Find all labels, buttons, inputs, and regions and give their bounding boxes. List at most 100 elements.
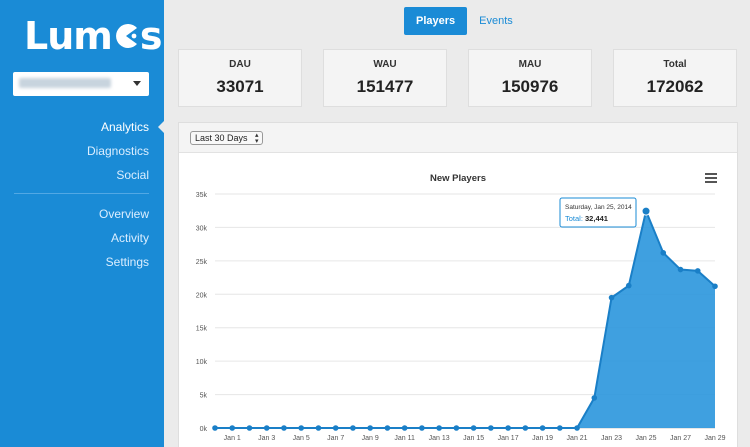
x-tick-label: Jan 19: [532, 435, 553, 442]
active-indicator-arrow: [158, 121, 164, 133]
stat-label: MAU: [518, 59, 542, 70]
data-point[interactable]: [608, 294, 615, 301]
sidebar-item-overview[interactable]: Overview: [99, 202, 149, 226]
x-tick-label: Jan 13: [429, 435, 450, 442]
sidebar-item-activity[interactable]: Activity: [99, 226, 149, 250]
nav-divider: [14, 193, 149, 194]
data-point[interactable]: [453, 425, 460, 431]
y-tick-label: 25k: [196, 259, 208, 266]
data-point[interactable]: [229, 425, 236, 431]
y-tick-label: 15k: [196, 326, 208, 333]
y-axis-ticks: 0k 5k 10k 15k 20k 25k 30k 35k: [196, 192, 208, 433]
select-arrows-icon: ▴ ▾: [255, 132, 259, 145]
x-tick-label: Jan 27: [670, 435, 691, 442]
nav-group-primary: Analytics Diagnostics Social: [87, 115, 149, 187]
data-point[interactable]: [350, 425, 356, 431]
tooltip-series-name: Total: [565, 214, 581, 223]
data-point[interactable]: [212, 425, 218, 431]
stat-card-mau: MAU 150976: [468, 49, 592, 107]
tab-events[interactable]: Events: [467, 7, 525, 35]
pacman-logo-icon: [115, 24, 137, 48]
y-tick-label: 10k: [196, 359, 208, 366]
data-point[interactable]: [625, 282, 632, 289]
data-point[interactable]: [384, 425, 391, 431]
data-point[interactable]: [315, 425, 322, 431]
y-tick-label: 35k: [196, 192, 208, 199]
y-tick-label: 5k: [200, 393, 208, 400]
x-tick-label: Jan 11: [394, 435, 415, 442]
sidebar: Lum s Analytics Diagnostics Social Overv…: [0, 0, 164, 447]
x-tick-label: Jan 21: [567, 435, 588, 442]
data-point[interactable]: [522, 425, 529, 431]
data-point[interactable]: [298, 425, 305, 431]
stat-label: WAU: [373, 59, 397, 70]
nav-group-secondary: Overview Activity Settings: [99, 202, 149, 274]
x-tick-label: Jan 1: [224, 435, 241, 442]
date-range-value: Last 30 Days: [195, 133, 248, 143]
data-point[interactable]: [641, 206, 651, 216]
tooltip-value: 32,441: [585, 214, 608, 223]
tooltip-date: Saturday, Jan 25, 2014: [565, 204, 632, 211]
x-tick-label: Jan 5: [293, 435, 310, 442]
data-point[interactable]: [488, 425, 494, 431]
data-point[interactable]: [712, 283, 718, 290]
x-tick-label: Jan 7: [327, 435, 344, 442]
chart-svg: New Players 0k 5k 10k 15k 20k 25k 30k 35k Jan 1…: [196, 173, 726, 442]
chart-tooltip: Saturday, Jan 25, 2014 Total: 32,441: [559, 197, 637, 228]
stat-card-wau: WAU 151477: [323, 49, 447, 107]
lumos-logo[interactable]: Lum s: [24, 14, 162, 58]
date-range-select[interactable]: Last 30 Days ▴ ▾: [190, 131, 263, 145]
hamburger-menu-icon[interactable]: [705, 173, 717, 183]
y-tick-label: 30k: [196, 225, 208, 232]
x-tick-label: Jan 3: [258, 435, 275, 442]
logo-text-a: Lum: [24, 14, 113, 58]
stat-value: 150976: [501, 77, 559, 96]
data-point[interactable]: [419, 425, 425, 431]
stat-card-dau: DAU 33071: [178, 49, 302, 107]
data-point[interactable]: [505, 425, 511, 431]
sidebar-item-analytics[interactable]: Analytics: [87, 115, 149, 139]
tab-players[interactable]: Players: [404, 7, 468, 35]
data-point[interactable]: [332, 425, 339, 431]
data-point[interactable]: [557, 425, 563, 431]
chart-panel: Last 30 Days ▴ ▾ New Players 0k 5k 10k 15k 20…: [178, 122, 738, 447]
chart-title: New Players: [430, 173, 486, 184]
data-point[interactable]: [470, 425, 477, 431]
data-point[interactable]: [246, 425, 253, 431]
data-point[interactable]: [263, 425, 270, 431]
data-point[interactable]: [401, 425, 408, 431]
game-select-value: [19, 78, 111, 88]
x-tick-label: Jan 15: [463, 435, 484, 442]
stat-value: 151477: [356, 77, 414, 96]
y-tick-label: 0k: [200, 426, 208, 433]
caret-down-icon: [133, 81, 141, 86]
new-players-chart: New Players 0k 5k 10k 15k 20k 25k 30k 35k Jan 1…: [179, 152, 737, 447]
stat-value: 33071: [216, 77, 264, 96]
sidebar-item-diagnostics[interactable]: Diagnostics: [87, 139, 149, 163]
stat-value: 172062: [646, 77, 704, 96]
data-point[interactable]: [539, 425, 546, 431]
stat-card-total: Total 172062: [613, 49, 737, 107]
x-tick-label: Jan 29: [704, 435, 725, 442]
stat-label: Total: [663, 59, 687, 70]
x-tick-label: Jan 17: [498, 435, 519, 442]
x-tick-label: Jan 23: [601, 435, 622, 442]
x-tick-label: Jan 25: [636, 435, 657, 442]
data-point[interactable]: [281, 425, 287, 431]
y-tick-label: 20k: [196, 292, 208, 299]
view-tabs: Players Events: [404, 7, 525, 35]
x-tick-label: Jan 9: [362, 435, 379, 442]
sidebar-item-social[interactable]: Social: [87, 163, 149, 187]
data-point[interactable]: [436, 425, 442, 431]
data-point[interactable]: [574, 425, 580, 431]
sidebar-item-settings[interactable]: Settings: [99, 250, 149, 274]
data-point[interactable]: [591, 395, 598, 401]
data-point[interactable]: [677, 266, 684, 273]
logo-text-b: s: [139, 14, 163, 58]
data-point[interactable]: [694, 268, 701, 274]
data-point[interactable]: [660, 250, 667, 256]
tooltip-row: Total: 32,441: [565, 214, 608, 223]
data-point[interactable]: [367, 425, 373, 431]
x-axis-ticks: Jan 1 Jan 3 Jan 5 Jan 7 Jan 9 Jan 11 Jan 13 Jan…: [224, 435, 726, 442]
game-select[interactable]: [13, 72, 149, 96]
